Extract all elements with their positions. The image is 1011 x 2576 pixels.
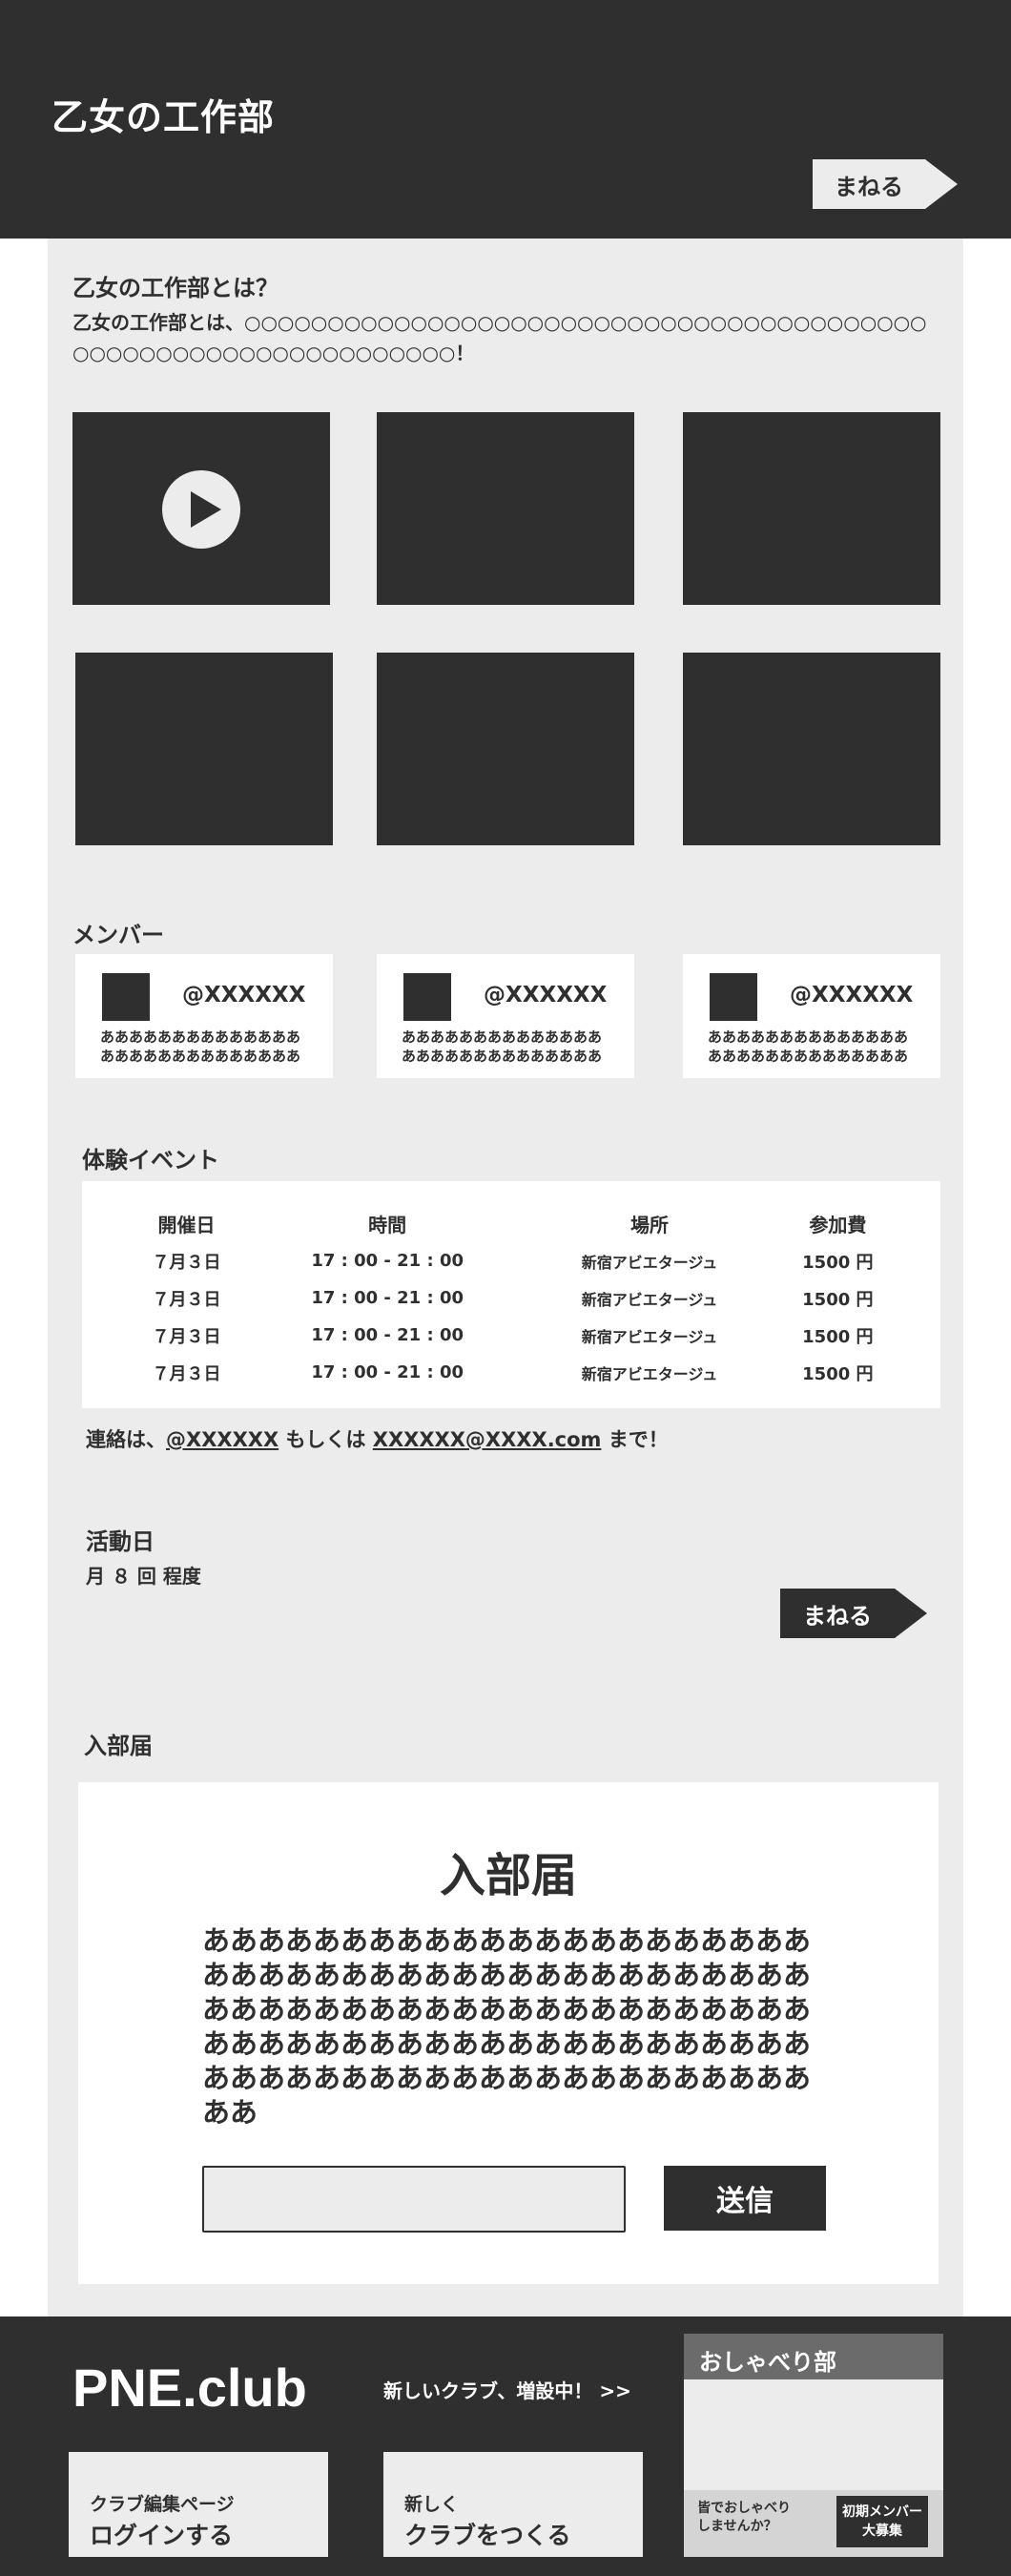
mane-button-label: まねる bbox=[835, 173, 903, 200]
table-row: ７月３日 17 : 00 - 21 : 00 新宿アビエタージュ 1500 円 bbox=[124, 1354, 902, 1391]
create-club-button[interactable]: 新しく クラブをつくる bbox=[383, 2452, 643, 2557]
avatar bbox=[710, 973, 757, 1021]
event-table: 開催日 時間 場所 参加費 ７月３日 17 : 00 - 21 : 00 新宿ア… bbox=[124, 1204, 902, 1391]
image-thumbnail[interactable] bbox=[683, 412, 940, 605]
member-bio: ああああああああああああああああああああああああああああ bbox=[100, 1028, 301, 1065]
intro-title: 乙女の工作部とは？ bbox=[72, 275, 279, 301]
table-row: ７月３日 17 : 00 - 21 : 00 新宿アビエタージュ 1500 円 bbox=[124, 1242, 902, 1279]
intro-text: 乙女の工作部とは、○○○○○○○○○○○○○○○○○○○○○○○○○○○○○○○… bbox=[72, 311, 927, 364]
chat-invite-line: 皆でおしゃべり bbox=[697, 2501, 791, 2516]
table-row: ７月３日 17 : 00 - 21 : 00 新宿アビエタージュ 1500 円 bbox=[124, 1279, 902, 1317]
image-thumbnail[interactable] bbox=[75, 653, 333, 845]
recruit-button[interactable]: 初期メンバー 大募集 bbox=[836, 2496, 928, 2547]
login-button-label: ログインする bbox=[90, 2522, 234, 2549]
member-handle: @XXXXXX bbox=[484, 983, 608, 1008]
avatar bbox=[102, 973, 150, 1021]
recruit-button-line: 初期メンバー bbox=[842, 2504, 922, 2520]
chat-header: おしゃべり部 bbox=[684, 2334, 943, 2379]
table-cell: ７月３日 bbox=[152, 1326, 221, 1347]
chat-invite-line: しませんか？ bbox=[697, 2519, 777, 2534]
membership-form: 入部届 ああああああああああああああああああああああああああああああああああああ… bbox=[78, 1782, 939, 2284]
column-header: 時間 bbox=[368, 1213, 407, 1236]
form-heading: 入部届 bbox=[439, 1849, 577, 1902]
arrow-right-icon bbox=[925, 159, 958, 209]
member-card[interactable]: @XXXXXX ああああああああああああああああああああああああああああ bbox=[683, 954, 940, 1078]
table-cell: ７月３日 bbox=[152, 1289, 221, 1310]
contact-suffix: まで！ bbox=[601, 1428, 669, 1451]
members-title: メンバー bbox=[72, 922, 164, 948]
mane-button-activity[interactable]: まねる bbox=[780, 1589, 927, 1638]
member-card[interactable]: @XXXXXX ああああああああああああああああああああああああああああ bbox=[75, 954, 333, 1078]
event-table-container: 開催日 時間 場所 参加費 ７月３日 17 : 00 - 21 : 00 新宿ア… bbox=[82, 1181, 940, 1408]
table-cell: 1500 円 bbox=[802, 1326, 874, 1347]
image-thumbnail[interactable] bbox=[377, 412, 634, 605]
table-row: ７月３日 17 : 00 - 21 : 00 新宿アビエタージュ 1500 円 bbox=[124, 1317, 902, 1354]
table-cell: 17 : 00 - 21 : 00 bbox=[311, 1325, 464, 1345]
table-cell: 1500 円 bbox=[802, 1363, 874, 1384]
footer-logo[interactable]: PNE.club bbox=[72, 2357, 307, 2419]
table-cell: 17 : 00 - 21 : 00 bbox=[311, 1362, 464, 1382]
table-cell: ７月３日 bbox=[152, 1363, 221, 1384]
events-title: 体験イベント bbox=[82, 1147, 219, 1174]
create-club-sublabel: 新しく bbox=[404, 2494, 460, 2515]
table-header-row: 開催日 時間 場所 参加費 bbox=[124, 1204, 902, 1242]
play-icon[interactable] bbox=[162, 470, 240, 549]
table-cell: 新宿アビエタージュ bbox=[581, 1364, 718, 1383]
activity-title: 活動日 bbox=[86, 1528, 155, 1555]
table-cell: 1500 円 bbox=[802, 1252, 874, 1273]
image-thumbnail[interactable] bbox=[683, 653, 940, 845]
activity-text: 月 ８ 回 程度 bbox=[86, 1565, 201, 1588]
column-header: 参加費 bbox=[809, 1213, 867, 1236]
table-cell: 新宿アビエタージュ bbox=[581, 1253, 718, 1272]
contact-line: 連絡は、@XXXXXX もしくは XXXXXX@XXXX.com まで！ bbox=[86, 1424, 669, 1453]
column-header: 場所 bbox=[630, 1213, 670, 1236]
contact-prefix: 連絡は、 bbox=[86, 1428, 166, 1451]
column-header: 開催日 bbox=[157, 1213, 216, 1236]
member-bio: ああああああああああああああああああああああああああああ bbox=[402, 1028, 603, 1065]
video-thumbnail[interactable] bbox=[72, 412, 330, 605]
submit-button[interactable]: 送信 bbox=[664, 2166, 826, 2231]
chat-title: おしゃべり部 bbox=[699, 2349, 836, 2376]
form-text-input[interactable] bbox=[202, 2166, 626, 2233]
new-club-link[interactable]: 新しいクラブ、増設中！ >> bbox=[383, 2376, 631, 2403]
login-button-sublabel: クラブ編集ページ bbox=[90, 2494, 235, 2515]
arrow-right-icon bbox=[895, 1589, 927, 1638]
member-handle: @XXXXXX bbox=[182, 983, 306, 1008]
site-title[interactable]: 乙女の工作部 bbox=[52, 88, 275, 140]
contact-email-link[interactable]: XXXXXX@XXXX.com bbox=[373, 1428, 602, 1451]
chat-invite-text: 皆でおしゃべり しませんか？ bbox=[697, 2500, 791, 2536]
chat-widget[interactable]: おしゃべり部 皆でおしゃべり しませんか？ 初期メンバー 大募集 bbox=[684, 2334, 943, 2557]
member-bio: ああああああああああああああああああああああああああああ bbox=[708, 1028, 909, 1065]
contact-middle: もしくは bbox=[279, 1428, 373, 1451]
table-cell: 1500 円 bbox=[802, 1289, 874, 1310]
mane-button-header[interactable]: まねる bbox=[813, 159, 958, 209]
member-handle: @XXXXXX bbox=[790, 983, 914, 1008]
table-cell: 新宿アビエタージュ bbox=[581, 1290, 718, 1309]
table-cell: 新宿アビエタージュ bbox=[581, 1327, 718, 1346]
login-button[interactable]: クラブ編集ページ ログインする bbox=[69, 2452, 328, 2557]
form-body-text: ああああああああああああああああああああああああああああああああああああああああ… bbox=[202, 1924, 812, 2129]
recruit-button-line: 大募集 bbox=[862, 2524, 902, 2539]
form-section-title: 入部届 bbox=[84, 1733, 153, 1759]
table-cell: ７月３日 bbox=[152, 1252, 221, 1273]
create-club-label: クラブをつくる bbox=[404, 2522, 571, 2549]
member-card[interactable]: @XXXXXX ああああああああああああああああああああああああああああ bbox=[377, 954, 634, 1078]
mane-button-label: まねる bbox=[803, 1602, 872, 1630]
avatar bbox=[403, 973, 451, 1021]
site-header: 乙女の工作部 まねる bbox=[0, 0, 1011, 239]
table-cell: 17 : 00 - 21 : 00 bbox=[311, 1251, 464, 1271]
table-cell: 17 : 00 - 21 : 00 bbox=[311, 1288, 464, 1308]
image-thumbnail[interactable] bbox=[377, 653, 634, 845]
contact-handle-link[interactable]: @XXXXXX bbox=[166, 1428, 279, 1451]
